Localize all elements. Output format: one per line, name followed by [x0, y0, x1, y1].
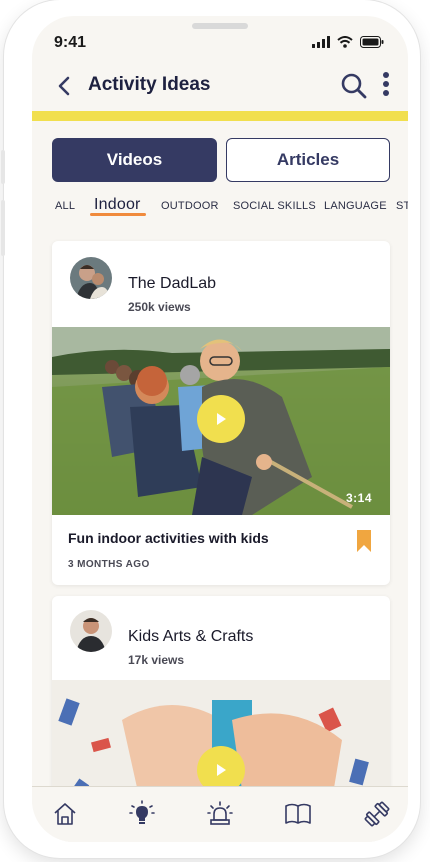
lightbulb-icon: [129, 800, 155, 824]
side-button: [1, 150, 5, 184]
home-icon: [54, 803, 76, 825]
category-outdoor[interactable]: OUTDOOR: [161, 200, 219, 212]
volume-button: [1, 200, 5, 256]
status-time: 9:41: [54, 34, 87, 51]
app-screen: 9:41 Activity Ideas Videos Articles ALL …: [32, 16, 408, 842]
category-more[interactable]: ST: [396, 200, 408, 212]
bookmark-button[interactable]: [356, 529, 372, 553]
nav-home[interactable]: [50, 799, 80, 829]
bottom-navigation: [32, 786, 408, 842]
view-count: 17k views: [128, 653, 185, 667]
app-header: Activity Ideas: [32, 68, 408, 104]
video-card[interactable]: The DadLab 250k views 3:14 Fun indoor ac…: [52, 241, 390, 585]
channel-name[interactable]: Kids Arts & Crafts: [128, 628, 253, 646]
active-category-underline: [90, 213, 146, 216]
video-thumbnail[interactable]: 3:14: [52, 327, 390, 515]
channel-avatar[interactable]: [70, 610, 112, 652]
channel-name[interactable]: The DadLab: [128, 275, 216, 293]
dumbbell-icon: [364, 801, 390, 827]
category-filter-bar: ALL Indoor OUTDOOR SOCIAL SKILLS LANGUAG…: [32, 196, 408, 222]
category-language[interactable]: LANGUAGE: [324, 200, 387, 212]
wifi-icon: [337, 36, 353, 48]
video-age: 3 MONTHS AGO: [68, 559, 150, 570]
category-all[interactable]: ALL: [55, 200, 75, 212]
search-button[interactable]: [340, 72, 368, 100]
channel-avatar[interactable]: [70, 257, 112, 299]
play-button[interactable]: [197, 395, 245, 443]
more-options-button[interactable]: [378, 70, 394, 100]
back-button[interactable]: [52, 72, 76, 100]
book-icon: [285, 803, 311, 824]
phone-frame: 9:41 Activity Ideas Videos Articles ALL …: [1, 0, 420, 858]
tab-articles[interactable]: Articles: [226, 138, 390, 182]
view-count: 250k views: [128, 300, 191, 314]
play-icon: [217, 764, 226, 776]
nav-library[interactable]: [283, 799, 313, 829]
more-vertical-icon: [383, 72, 389, 96]
tab-videos[interactable]: Videos: [52, 138, 217, 182]
speaker-grille: [192, 23, 248, 29]
battery-icon: [360, 36, 384, 48]
video-title[interactable]: Fun indoor activities with kids: [68, 530, 269, 546]
search-icon: [341, 73, 367, 99]
header-accent-strip: [32, 111, 408, 121]
status-bar: 9:41: [32, 32, 408, 56]
avatar-photo: [70, 257, 112, 299]
play-icon: [217, 413, 226, 425]
nav-fitness[interactable]: [362, 799, 392, 829]
status-icons: [312, 36, 384, 48]
nav-alerts[interactable]: [205, 799, 235, 829]
page-title: Activity Ideas: [88, 74, 211, 95]
alarm-icon: [207, 801, 233, 825]
nav-ideas[interactable]: [127, 799, 157, 829]
chevron-left-icon: [58, 76, 70, 96]
video-duration: 3:14: [345, 491, 372, 505]
signal-icon: [312, 36, 330, 48]
category-social-skills[interactable]: SOCIAL SKILLS: [233, 200, 316, 212]
avatar-photo: [70, 610, 112, 652]
category-indoor[interactable]: Indoor: [94, 196, 141, 214]
bookmark-icon: [357, 530, 371, 552]
